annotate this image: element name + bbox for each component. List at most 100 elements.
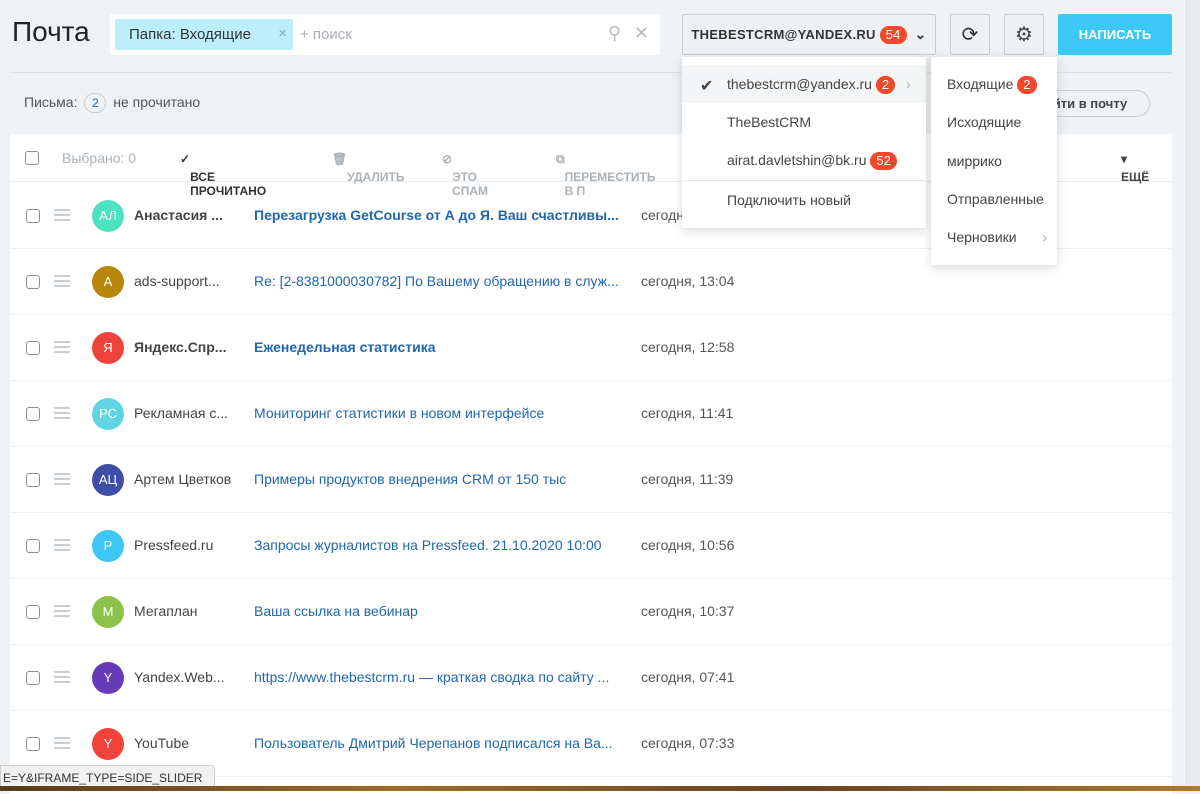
subject-link[interactable]: Пользователь Дмитрий Черепанов подписалс… [254,735,624,751]
chip-label: Папка: Входящие [129,26,251,43]
row-checkbox[interactable] [26,737,40,751]
drag-handle-icon[interactable] [54,605,70,617]
sender: Yandex.Web... [134,669,225,685]
gear-icon: ⚙ [1015,24,1033,46]
folder-item-mirriko[interactable]: миррико [947,153,1002,169]
avatar: P [92,530,124,562]
sender: YouTube [134,735,190,751]
sender: Яндекс.Спр... [134,339,227,355]
row-checkbox[interactable] [26,605,40,619]
subject-link[interactable]: Мониторинг статистики в новом интерфейсе [254,405,624,421]
accounts-dropdown: ✔ thebestcrm@yandex.ru 2 › TheBestCRM aira… [682,57,926,228]
scrollbar[interactable] [1186,0,1200,786]
refresh-button[interactable]: ⟳ [950,14,990,55]
sender: Мегаплан [134,603,198,619]
search-icon[interactable]: ⚲ [608,23,621,44]
drag-handle-icon[interactable] [54,209,70,221]
date: сегодня, 11:39 [641,471,734,487]
avatar: Я [92,332,124,364]
unread-count: 2 [84,93,107,113]
chip-remove-icon[interactable]: × [278,25,287,42]
chevron-right-icon: › [1042,229,1047,245]
drag-handle-icon[interactable] [54,275,70,287]
account-label: THEBESTCRM@YANDEX.RU [691,27,876,42]
unread-summary: Письма: 2 не прочитано [24,93,200,113]
date: сегодня, 10:56 [641,537,735,553]
subject-link[interactable]: https://www.thebestcrm.ru — краткая свод… [254,669,624,685]
avatar: М [92,596,124,628]
unread-badge: 54 [879,25,907,44]
row-checkbox[interactable] [26,539,40,553]
row-checkbox[interactable] [26,407,40,421]
chevron-down-icon: ⌄ [914,26,927,42]
folder-item-inbox[interactable]: Входящие 2 [947,76,1037,94]
select-all-checkbox[interactable] [25,151,39,165]
date: сегодня, 11:41 [641,405,734,421]
drag-handle-icon[interactable] [54,671,70,683]
account-item[interactable]: TheBestCRM [682,103,926,141]
subject-link[interactable]: Ваша ссылка на вебинар [254,603,624,619]
message-row[interactable]: Я Яндекс.Спр... Еженедельная статистика … [10,315,1172,381]
sender: ads-support... [134,273,220,289]
account-item[interactable]: airat.davletshin@bk.ru 52 [682,141,926,179]
settings-button[interactable]: ⚙ [1004,14,1044,55]
row-checkbox[interactable] [26,671,40,685]
delete-button[interactable]: 🗑 УДАЛИТЬ [332,152,404,184]
account-item[interactable]: ✔ thebestcrm@yandex.ru 2 › [682,65,926,103]
message-row[interactable]: РС Рекламная с... Мониторинг статистики … [10,381,1172,447]
avatar: Y [92,728,124,760]
move-button[interactable]: ⧉ ПЕРЕМЕСТИТЬ В П [556,152,656,198]
folder-item-sent[interactable]: Отправленные [947,191,1044,207]
drag-handle-icon[interactable] [54,341,70,353]
drag-handle-icon[interactable] [54,539,70,551]
subject-link[interactable]: Еженедельная статистика [254,339,624,355]
drag-handle-icon[interactable] [54,473,70,485]
message-row[interactable]: АЦ Артем Цветков Примеры продуктов внедр… [10,447,1172,513]
date: сегодня, 13:04 [641,273,735,289]
row-checkbox[interactable] [26,209,40,223]
search-bar[interactable]: Папка: Входящие × + поиск ⚲ ✕ [110,14,660,55]
desktop-strip [0,786,1200,791]
sender: Рекламная с... [134,405,229,421]
date: сегодня, 12:58 [641,339,735,355]
check-icon: ✔ [700,78,714,95]
account-selector[interactable]: THEBESTCRM@YANDEX.RU 54 ⌄ [682,14,936,55]
row-checkbox[interactable] [26,473,40,487]
date: сегодня, 07:41 [641,669,735,685]
refresh-icon: ⟳ [961,24,979,46]
sender: Анастасия ... [134,207,223,223]
message-row[interactable]: Y Yandex.Web... https://www.thebestcrm.r… [10,645,1172,711]
folders-submenu: Входящие 2 Исходящие миррико Отправленны… [931,57,1057,265]
row-checkbox[interactable] [26,341,40,355]
selected-count: Выбрано: 0 [62,150,137,166]
folder-item-outgoing[interactable]: Исходящие [947,114,1021,130]
clear-icon[interactable]: ✕ [634,23,649,44]
subject-link[interactable]: Перезагрузка GetCourse от А до Я. Ваш сч… [254,207,624,223]
write-button[interactable]: НАПИСАТЬ [1058,14,1172,55]
spam-button[interactable]: ⊘ ЭТО СПАМ [442,152,488,198]
date: сегодня, 10:37 [641,603,735,619]
folder-item-drafts[interactable]: Черновики › [947,229,1047,245]
connect-new-account[interactable]: Подключить новый [682,181,926,219]
sender: Pressfeed.ru [134,537,214,553]
drag-handle-icon[interactable] [54,407,70,419]
message-row[interactable]: М Мегаплан Ваша ссылка на вебинар сегодн… [10,579,1172,645]
more-button[interactable]: ЕЩЁ ▾ [1121,152,1149,184]
row-checkbox[interactable] [26,275,40,289]
avatar: Y [92,662,124,694]
subject-link[interactable]: Запросы журналистов на Pressfeed. 21.10.… [254,537,624,553]
page-title: Почта [12,16,90,47]
subject-link[interactable]: Re: [2-8381000030782] По Вашему обращени… [254,273,624,289]
folder-filter-chip[interactable]: Папка: Входящие × [115,19,293,50]
date: сегодня, 07:33 [641,735,735,751]
avatar: АЦ [92,464,124,496]
drag-handle-icon[interactable] [54,737,70,749]
chevron-right-icon: › [906,76,911,92]
subject-link[interactable]: Примеры продуктов внедрения CRM от 150 т… [254,471,624,487]
message-row[interactable]: P Pressfeed.ru Запросы журналистов на Pr… [10,513,1172,579]
sender: Артем Цветков [134,471,232,487]
mark-all-read-button[interactable]: ✓ ВСЕ ПРОЧИТАНО [180,152,266,198]
avatar: АЛ [92,200,124,232]
search-input[interactable]: + поиск [300,26,352,43]
avatar: РС [92,398,124,430]
